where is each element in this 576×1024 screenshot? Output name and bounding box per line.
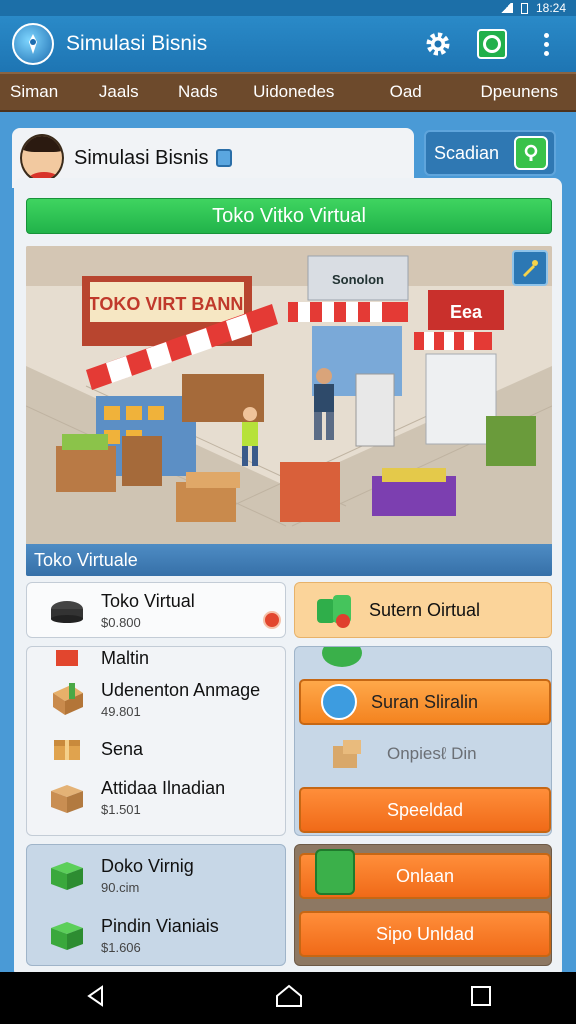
section-label: Maltin xyxy=(101,647,150,668)
product-item-title: Pindin Vianiais xyxy=(101,915,219,936)
speeldad-button[interactable]: Speeldad xyxy=(299,787,551,833)
main-panel: Toko Vitko Virtual TOKO VIRT BANN Sonolo… xyxy=(14,178,562,978)
settings-icon[interactable] xyxy=(420,26,456,62)
product-item-title: Doko Virnig xyxy=(101,855,194,876)
onlaan-label: Onlaan xyxy=(395,865,455,886)
home-icon[interactable] xyxy=(275,984,303,1013)
toko-virtual-title: Toko Virtual xyxy=(101,590,195,611)
system-nav xyxy=(0,972,576,1024)
inventory-item-value: 49.801 xyxy=(101,703,141,719)
sutern-oirtual-label: Sutern Oirtual xyxy=(369,599,481,620)
inventory-item[interactable]: Udenenton Anmage 49.801 xyxy=(27,669,285,729)
battery-icon xyxy=(520,2,528,14)
top-nav: Siman Jaals Nads Uidonedes Oad Dpeunens xyxy=(0,72,576,112)
status-bar: 18:24 xyxy=(0,0,576,16)
middle-shop-sign: Sonolon xyxy=(332,272,384,287)
inventory-item-title: Attidaa Ilnadian xyxy=(101,777,226,798)
green-box-icon xyxy=(45,915,89,955)
notification-dot-icon xyxy=(263,611,281,629)
package-icon xyxy=(45,679,89,719)
suran-sliralin-button[interactable]: Suran Sliralin xyxy=(299,679,551,725)
product-item[interactable]: Pindin Vianiais $1.606 xyxy=(27,905,285,965)
onpies-din-item[interactable]: Onpiesℓ Din xyxy=(299,731,551,777)
scan-icon xyxy=(514,136,548,170)
tab-uidonedes[interactable]: Uidonedes xyxy=(243,82,361,102)
product-item[interactable]: Doko Virnig 90.cim xyxy=(27,845,285,905)
tab-siman[interactable]: Siman xyxy=(0,82,89,102)
store-illustration[interactable]: TOKO VIRT BANN Sonolon Eea Toko Virtuale xyxy=(26,246,552,576)
box-stack-icon xyxy=(333,740,361,768)
tab-nads[interactable]: Nads xyxy=(168,82,243,102)
suran-sliralin-label: Suran Sliralin xyxy=(371,691,479,712)
action-panel: Suran Sliralin Onpiesℓ Din Speeldad xyxy=(294,646,552,836)
store-scene-image: TOKO VIRT BANN Sonolon Eea xyxy=(26,246,552,544)
red-box-icon xyxy=(45,638,89,678)
status-time: 18:24 xyxy=(535,1,566,15)
sipo-unldad-button[interactable]: Sipo Unldad xyxy=(299,911,551,957)
product-list: Doko Virnig 90.cim Pindin Vianiais $1.60… xyxy=(26,844,286,966)
money-icon xyxy=(319,647,365,669)
scan-button[interactable]: Scadian xyxy=(424,130,556,176)
inventory-list: Maltin Udenenton Anmage 49.801 Sena Atti… xyxy=(26,646,286,836)
inventory-item[interactable]: Attidaa Ilnadian $1.501 xyxy=(27,769,285,825)
toko-virtual-item[interactable]: Toko Virtual $0.800 xyxy=(26,582,286,638)
box-icon xyxy=(45,729,89,769)
inventory-item-title: Sena xyxy=(101,738,144,759)
back-icon[interactable] xyxy=(84,984,108,1013)
green-bag-icon xyxy=(315,849,355,895)
signal-icon xyxy=(498,3,513,13)
profile-name: Simulasi Bisnis xyxy=(74,146,209,169)
avatar[interactable] xyxy=(20,134,64,182)
main-content: Simulasi Bisnis Scadian Toko Vitko Virtu… xyxy=(12,120,564,980)
store-banner[interactable]: Toko Vitko Virtual xyxy=(26,198,552,234)
app-logo-icon xyxy=(12,23,54,65)
more-icon[interactable] xyxy=(528,26,564,62)
onlaan-button[interactable]: Onlaan xyxy=(299,849,551,899)
edit-tool-icon[interactable] xyxy=(512,250,548,286)
product-item-value: 90.cim xyxy=(101,879,140,895)
green-package-icon xyxy=(45,855,89,895)
cardboard-box-icon xyxy=(45,777,89,817)
product-item-value: $1.606 xyxy=(101,939,141,955)
chat-bubble-icon xyxy=(321,684,357,720)
app-title: Simulasi Bisnis xyxy=(66,32,208,55)
left-shop-sign: TOKO VIRT BANN xyxy=(89,294,244,314)
scan-button-label: Scadian xyxy=(434,142,500,163)
sutern-oirtual-item[interactable]: Sutern Oirtual xyxy=(294,582,552,638)
app-bar: Simulasi Bisnis xyxy=(0,16,576,72)
tab-jaals[interactable]: Jaals xyxy=(89,82,168,102)
store-icon[interactable] xyxy=(474,26,510,62)
green-cans-icon xyxy=(313,590,357,630)
onpies-din-label: Onpiesℓ Din xyxy=(387,744,477,763)
scene-caption: Toko Virtuale xyxy=(26,544,552,576)
right-shop-sign: Eea xyxy=(450,302,483,322)
recents-icon[interactable] xyxy=(470,985,492,1012)
verified-badge-icon xyxy=(216,149,233,167)
tab-oad[interactable]: Oad xyxy=(362,82,471,102)
cooking-pot-icon xyxy=(45,590,89,630)
order-panel: Onlaan Sipo Unldad xyxy=(294,844,552,966)
toko-virtual-price: $0.800 xyxy=(101,614,141,630)
inventory-item[interactable]: Sena xyxy=(27,729,285,769)
tab-dpeunens[interactable]: Dpeunens xyxy=(470,82,576,102)
inventory-item-title: Udenenton Anmage xyxy=(101,679,261,700)
inventory-item-value: $1.501 xyxy=(101,801,141,817)
